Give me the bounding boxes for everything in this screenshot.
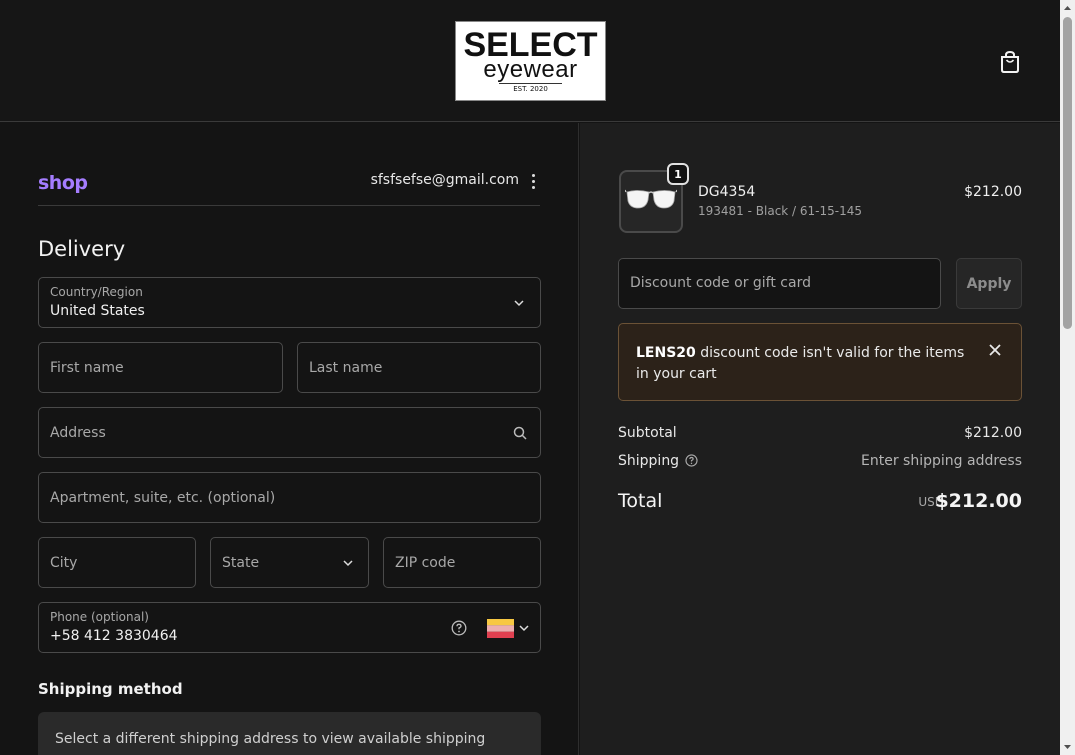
logo-line-3: EST. 2020 <box>499 83 562 94</box>
logo-line-2: eyewear <box>483 56 578 83</box>
divider <box>38 205 540 206</box>
scroll-up-arrow-icon[interactable] <box>1060 0 1075 16</box>
phone-label: Phone (optional) <box>50 610 149 624</box>
help-icon[interactable] <box>685 454 698 467</box>
shop-pay-logo: shop <box>38 172 88 194</box>
country-select[interactable]: Country/Region United States <box>38 277 541 328</box>
delivery-column: shop sfsfsefse@gmail.com Delivery Countr… <box>0 123 579 755</box>
discount-code: LENS20 <box>636 345 696 361</box>
scrollbar-thumb[interactable] <box>1063 17 1072 329</box>
chevron-down-icon <box>514 300 524 307</box>
state-select[interactable]: State <box>210 537 369 588</box>
scroll-down-arrow-icon[interactable] <box>1060 739 1075 755</box>
discount-code-field[interactable]: Discount code or gift card <box>618 258 941 309</box>
sunglasses-image <box>625 189 677 209</box>
last-name-placeholder: Last name <box>309 359 383 376</box>
product-name: DG4354 <box>698 184 756 200</box>
chevron-down-icon <box>343 560 353 567</box>
product-variant: 193481 - Black / 61-15-145 <box>698 204 863 218</box>
shipping-row: Shipping Enter shipping address <box>618 453 1022 469</box>
last-name-field[interactable]: Last name <box>297 342 541 393</box>
phone-value: +58 412 3830464 <box>50 628 178 644</box>
kebab-menu-icon[interactable] <box>527 172 539 190</box>
subtotal-value: $212.00 <box>964 425 1022 441</box>
state-placeholder: State <box>222 554 260 571</box>
alert-message: LENS20 discount code isn't valid for the… <box>636 343 976 385</box>
order-summary-column: 1 DG4354 193481 - Black / 61-15-145 $212… <box>580 123 1060 755</box>
apply-discount-button[interactable]: Apply <box>956 258 1022 309</box>
subtotal-label: Subtotal <box>618 425 677 441</box>
discount-error-alert: LENS20 discount code isn't valid for the… <box>618 323 1022 401</box>
total-value: $212.00 <box>935 490 1022 512</box>
discount-placeholder: Discount code or gift card <box>630 275 811 291</box>
total-row: Total USD $212.00 <box>618 490 1022 518</box>
shipping-label: Shipping <box>618 453 680 469</box>
first-name-field[interactable]: First name <box>38 342 283 393</box>
shipping-method-heading: Shipping method <box>38 680 183 698</box>
apartment-field[interactable]: Apartment, suite, etc. (optional) <box>38 472 541 523</box>
venezuela-flag-icon[interactable] <box>487 619 514 638</box>
country-label: Country/Region <box>50 285 143 299</box>
help-icon[interactable] <box>451 620 467 636</box>
select-eyewear-logo[interactable]: SELECT eyewear EST. 2020 <box>455 21 606 101</box>
product-price: $212.00 <box>964 184 1022 200</box>
total-label: Total <box>618 490 663 512</box>
zip-placeholder: ZIP code <box>395 554 456 571</box>
chevron-down-icon[interactable] <box>519 623 529 633</box>
delivery-heading: Delivery <box>38 237 126 261</box>
country-value: United States <box>50 303 145 319</box>
search-icon <box>513 426 527 440</box>
zip-field[interactable]: ZIP code <box>383 537 541 588</box>
shipping-value: Enter shipping address <box>861 453 1022 469</box>
quantity-badge: 1 <box>667 163 689 185</box>
account-email: sfsfsefse@gmail.com <box>370 172 519 188</box>
phone-field[interactable]: Phone (optional) +58 412 3830464 <box>38 602 541 653</box>
checkout-page: SELECT eyewear EST. 2020 shop sfsfsefse@… <box>0 0 1075 755</box>
site-header: SELECT eyewear EST. 2020 <box>0 0 1060 122</box>
city-field[interactable]: City <box>38 537 196 588</box>
city-placeholder: City <box>50 554 78 571</box>
address-placeholder: Address <box>50 424 106 441</box>
close-icon[interactable] <box>988 343 1002 357</box>
first-name-placeholder: First name <box>50 359 124 376</box>
shopping-bag-icon[interactable] <box>999 50 1021 74</box>
shipping-method-notice: Select a different shipping address to v… <box>38 712 541 755</box>
page-scrollbar[interactable] <box>1060 0 1075 755</box>
address-field[interactable]: Address <box>38 407 541 458</box>
subtotal-row: Subtotal $212.00 <box>618 425 1022 441</box>
shipping-method-message: Select a different shipping address to v… <box>55 731 486 747</box>
apartment-placeholder: Apartment, suite, etc. (optional) <box>50 489 276 506</box>
